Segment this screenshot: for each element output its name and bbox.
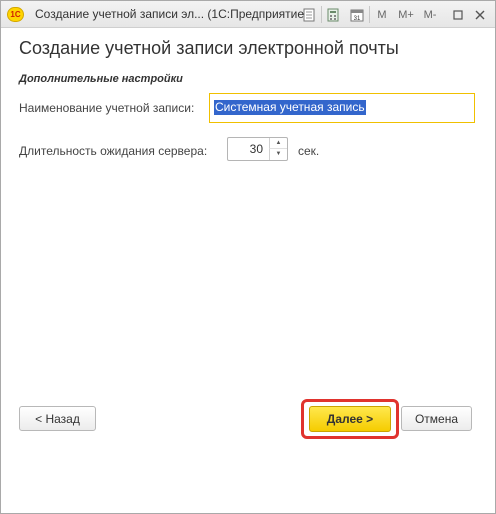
- close-icon[interactable]: [471, 5, 489, 24]
- timeout-label: Длительность ожидания сервера:: [19, 144, 208, 158]
- title-bar: 1С Создание учетной записи эл... (1С:Пре…: [1, 1, 495, 28]
- page-title: Создание учетной записи электронной почт…: [19, 38, 399, 58]
- memory-subtract-button[interactable]: M-: [419, 5, 441, 24]
- cancel-button[interactable]: Отмена: [401, 406, 472, 431]
- memory-store-button[interactable]: M: [373, 5, 391, 24]
- calculator-icon[interactable]: [323, 5, 343, 24]
- next-button[interactable]: Далее >: [309, 406, 391, 432]
- window-title: Создание учетной записи эл... (1С:Предпр…: [35, 7, 309, 21]
- dialog-window: 1С Создание учетной записи эл... (1С:Пре…: [0, 0, 496, 514]
- account-name-value: Системная учетная запись: [214, 100, 366, 115]
- stepper-up-icon[interactable]: ▲: [269, 138, 287, 149]
- group-header: Дополнительные настройки: [19, 73, 183, 85]
- maximize-icon[interactable]: [449, 5, 467, 24]
- account-name-input[interactable]: Системная учетная запись: [209, 93, 475, 123]
- memory-add-button[interactable]: M+: [395, 5, 417, 24]
- timeout-value: 30: [249, 142, 263, 156]
- svg-text:31: 31: [354, 16, 361, 22]
- document-icon[interactable]: [299, 5, 319, 24]
- back-button[interactable]: < Назад: [19, 406, 96, 431]
- 1c-logo-icon[interactable]: 1С: [7, 7, 24, 22]
- account-name-label: Наименование учетной записи:: [19, 101, 195, 115]
- timeout-stepper[interactable]: 30 ▲ ▼: [227, 137, 288, 161]
- stepper-down-icon[interactable]: ▼: [269, 149, 287, 160]
- calendar-icon[interactable]: 31: [347, 5, 367, 24]
- timeout-unit: сек.: [298, 144, 320, 158]
